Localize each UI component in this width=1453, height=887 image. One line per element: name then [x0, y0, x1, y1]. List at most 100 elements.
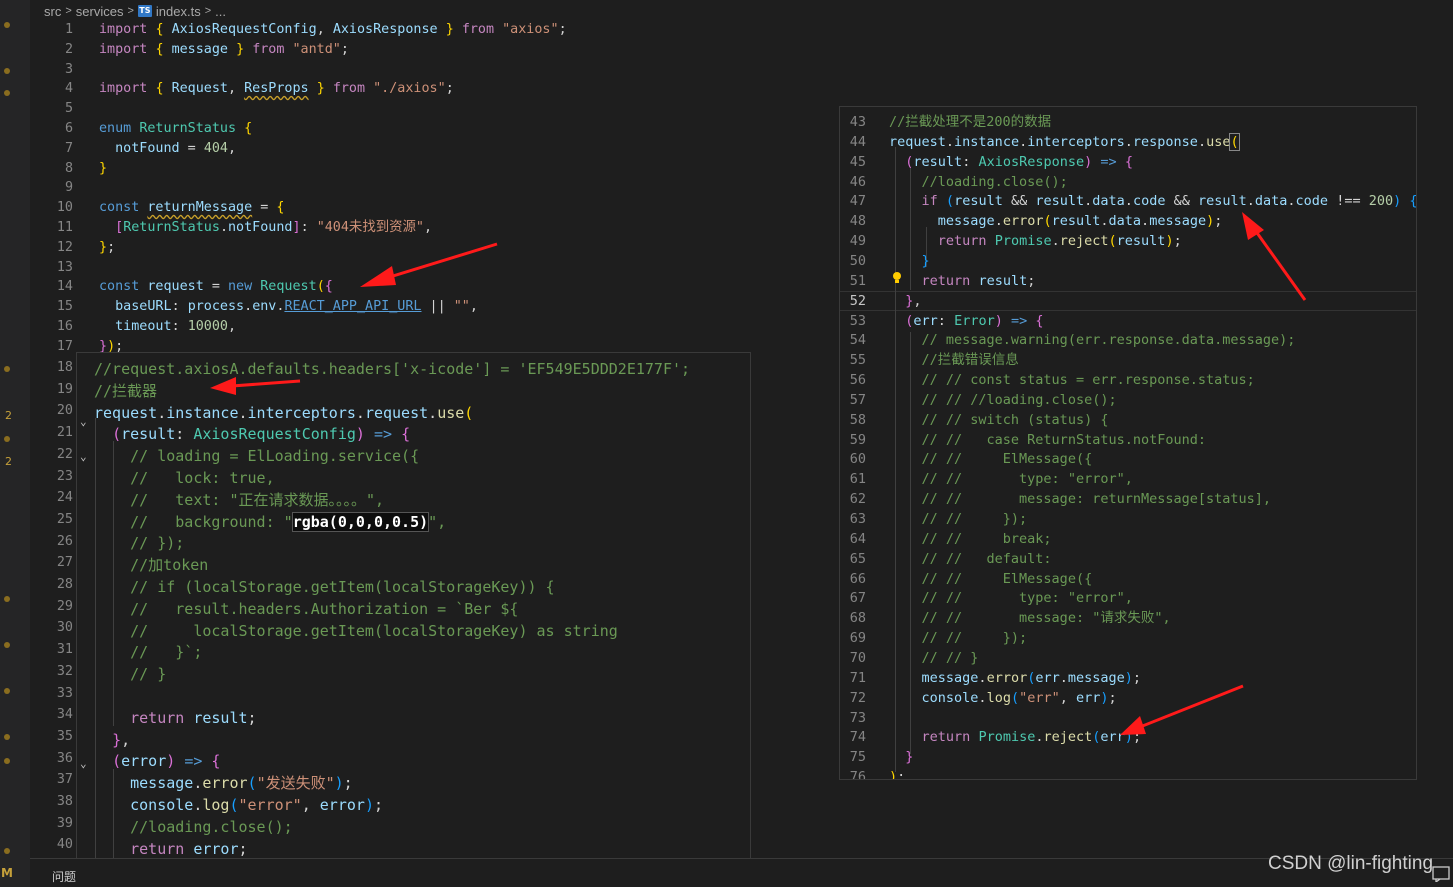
- feedback-icon[interactable]: [1432, 866, 1450, 882]
- lightbulb-icon[interactable]: [892, 271, 902, 285]
- code-text: // text: "正在请求数据。。。。",: [130, 490, 385, 509]
- code-line[interactable]: 74 return Promise.reject(err);: [840, 728, 1141, 748]
- code-line[interactable]: 69 // // });: [840, 629, 1027, 649]
- code-line[interactable]: 6 enum ReturnStatus {: [30, 119, 252, 139]
- code-line[interactable]: // }`;: [94, 642, 202, 664]
- code-text: // // type: "error",: [921, 590, 1133, 607]
- code-line[interactable]: 55 //拦截错误信息: [840, 351, 1019, 371]
- breadcrumb-more[interactable]: ...: [215, 4, 226, 19]
- code-line[interactable]: 62 // // message: returnMessage[status],: [840, 490, 1271, 510]
- line-number: 4: [64, 81, 73, 97]
- code-line[interactable]: 53 (err: Error) => {: [840, 312, 1044, 332]
- code-line[interactable]: 13: [30, 258, 99, 278]
- line-number: 5: [64, 101, 73, 117]
- code-line[interactable]: console.log("error", error);: [94, 795, 383, 817]
- code-line[interactable]: 63 // // });: [840, 510, 1027, 530]
- code-line[interactable]: 51 return result;: [840, 272, 1036, 292]
- code-text: // // message: "请求失败",: [921, 610, 1171, 627]
- code-line[interactable]: },: [94, 730, 130, 752]
- code-line[interactable]: 7 notFound = 404,: [30, 139, 236, 159]
- code-line[interactable]: 52 },: [840, 292, 922, 312]
- change-dot: [4, 688, 10, 694]
- code-line[interactable]: 64 // // break;: [840, 530, 1052, 550]
- code-line[interactable]: 43 //拦截处理不是200的数据: [840, 113, 1051, 133]
- code-line[interactable]: 16 timeout: 10000,: [30, 317, 236, 337]
- code-line[interactable]: 70 // // }: [840, 649, 979, 669]
- code-line[interactable]: 2 import { message } from "antd";: [30, 40, 349, 60]
- code-line[interactable]: 72 console.log("err", err);: [840, 689, 1117, 709]
- code-line[interactable]: 4 import { Request, ResProps } from "./ax…: [30, 79, 454, 99]
- change-dot: [4, 758, 10, 764]
- code-line[interactable]: 8}: [30, 159, 107, 179]
- code-line[interactable]: (result: AxiosRequestConfig) => {: [94, 424, 410, 446]
- code-line[interactable]: // text: "正在请求数据。。。。",: [94, 490, 384, 512]
- code-line[interactable]: //loading.close();: [94, 817, 293, 839]
- code-line[interactable]: 5: [30, 99, 99, 119]
- code-line[interactable]: 44 request.instance.interceptors.response…: [840, 132, 1240, 153]
- code-line[interactable]: 61 // // type: "error",: [840, 470, 1133, 490]
- code-line[interactable]: 60 // // ElMessage({: [840, 450, 1092, 470]
- code-line[interactable]: 71 message.error(err.message);: [840, 669, 1141, 689]
- line-number: 14: [56, 279, 73, 295]
- code-line[interactable]: // if (localStorage.getItem(localStorage…: [94, 577, 554, 599]
- code-line[interactable]: 47 if (result && result.data.code && res…: [840, 192, 1416, 212]
- code-line[interactable]: (error) => {: [94, 751, 220, 773]
- code-line[interactable]: 65 // // default:: [840, 550, 1052, 570]
- code-line[interactable]: 66 // // ElMessage({: [840, 570, 1092, 590]
- code-line[interactable]: 10 const returnMessage = {: [30, 198, 285, 218]
- code-line[interactable]: 58 // // switch (status) {: [840, 411, 1109, 431]
- code-line[interactable]: 15 baseURL: process.env.REACT_APP_API_UR…: [30, 297, 478, 317]
- code-line[interactable]: 57 // // //loading.close();: [840, 391, 1117, 411]
- code-text: // loading = ElLoading.service({: [130, 447, 420, 466]
- code-line[interactable]: // });: [94, 533, 184, 555]
- code-line[interactable]: // background: "rgba(0,0,0,0.5)",: [94, 511, 446, 534]
- code-text: import { message } from "antd";: [99, 41, 349, 57]
- code-line[interactable]: 67 // // type: "error",: [840, 589, 1133, 609]
- fold-chevron-icon[interactable]: ⌄: [80, 450, 87, 463]
- code-line[interactable]: return result;: [94, 708, 256, 730]
- code-line[interactable]: // lock: true,: [94, 468, 275, 490]
- code-line[interactable]: //拦截器: [94, 381, 157, 403]
- breadcrumb-services[interactable]: services: [76, 4, 124, 19]
- code-line[interactable]: 54 // message.warning(err.response.data.…: [840, 331, 1296, 351]
- code-line[interactable]: 68 // // message: "请求失败",: [840, 609, 1171, 629]
- breadcrumb-src[interactable]: src: [44, 4, 61, 19]
- code-line[interactable]: //request.axiosA.defaults.headers['x-ico…: [94, 359, 690, 381]
- code-line[interactable]: 14 const request = new Request({: [30, 277, 333, 297]
- line-number: 67: [849, 590, 866, 607]
- code-line[interactable]: 59 // // case ReturnStatus.notFound:: [840, 431, 1206, 451]
- code-line[interactable]: // }: [94, 664, 166, 686]
- code-line[interactable]: 49 return Promise.reject(result);: [840, 232, 1182, 252]
- fold-chevron-icon[interactable]: ⌄: [80, 415, 87, 428]
- code-line[interactable]: 11 [ReturnStatus.notFound]: "404未找到资源",: [30, 218, 432, 238]
- fold-chevron-icon[interactable]: ⌄: [80, 757, 87, 770]
- code-line[interactable]: 12};: [30, 238, 115, 258]
- code-line[interactable]: message.error("发送失败");: [94, 773, 353, 795]
- code-line[interactable]: // result.headers.Authorization = `Ber $…: [94, 599, 518, 621]
- code-text: timeout: 10000,: [115, 319, 237, 334]
- line-number: 7: [64, 140, 73, 156]
- code-line[interactable]: 9: [30, 178, 99, 198]
- code-line[interactable]: 48 message.error(result.data.message);: [840, 212, 1223, 232]
- line-number: 16: [56, 319, 73, 334]
- response-interceptor-panel[interactable]: ); 43 //拦截处理不是200的数据 44 request.instance.in…: [840, 107, 1416, 779]
- request-interceptor-panel[interactable]: //request.axiosA.defaults.headers['x-ico…: [77, 353, 750, 887]
- code-line[interactable]: 76);: [840, 768, 906, 779]
- code-text: //loading.close();: [130, 817, 293, 836]
- code-line[interactable]: request.instance.interceptors.request.us…: [94, 403, 473, 425]
- code-line[interactable]: 73: [840, 709, 889, 729]
- code-line[interactable]: 3: [30, 60, 99, 80]
- breadcrumb-file[interactable]: index.ts: [156, 4, 201, 19]
- code-line[interactable]: 56 // // const status = err.response.sta…: [840, 371, 1255, 391]
- problems-tab[interactable]: 问题: [52, 868, 76, 885]
- code-line[interactable]: // loading = ElLoading.service({: [94, 446, 419, 468]
- watermark: CSDN @lin-fighting: [1268, 853, 1434, 874]
- code-line[interactable]: 1 import { AxiosRequestConfig, AxiosRespo…: [30, 20, 567, 40]
- code-text: },: [112, 730, 131, 749]
- code-line[interactable]: 50 }: [840, 252, 930, 272]
- code-line[interactable]: 46 //loading.close();: [840, 173, 1068, 193]
- code-line[interactable]: // localStorage.getItem(localStorageKey)…: [94, 621, 618, 643]
- code-line[interactable]: 45 (result: AxiosResponse) => {: [840, 153, 1133, 173]
- code-line[interactable]: //加token: [94, 555, 208, 577]
- code-line[interactable]: 75 }: [840, 748, 914, 768]
